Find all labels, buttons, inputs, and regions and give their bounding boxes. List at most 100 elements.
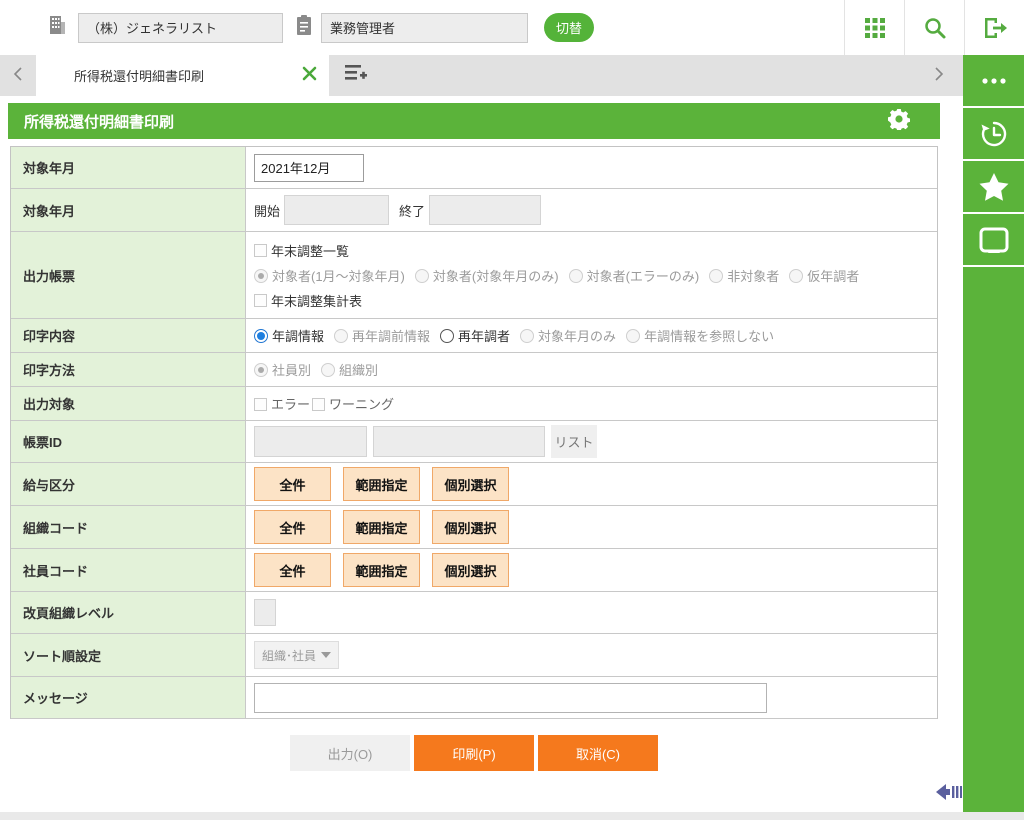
radio-icon — [626, 329, 641, 343]
print-content-radio-2[interactable]: 再年調者 — [440, 326, 510, 345]
radio-icon — [254, 363, 268, 377]
field-label: 印字内容 — [11, 319, 246, 352]
yearend-summary-checkbox[interactable]: 年末調整集計表 — [254, 291, 362, 310]
target-radio-4: 仮年調者 — [789, 266, 859, 285]
apps-grid-icon[interactable] — [844, 0, 904, 55]
right-sidebar — [963, 55, 1024, 812]
collapse-panel-arrow-icon[interactable] — [936, 782, 962, 807]
field-label: ソート順設定 — [11, 634, 246, 676]
print-content-radio-1: 再年調前情報 — [334, 326, 430, 345]
message-input[interactable] — [254, 682, 767, 713]
cancel-button[interactable]: 取消(C) — [538, 735, 658, 771]
tab-scroll-right-icon[interactable] — [921, 66, 957, 85]
tab-scroll-left-icon[interactable] — [0, 66, 36, 85]
target-radio-0: 対象者(1月～対象年月) — [254, 266, 405, 285]
company-input[interactable] — [78, 12, 283, 43]
switch-button[interactable]: 切替 — [544, 13, 594, 42]
row-org-code: 組織コード 全件 範囲指定 個別選択 — [11, 506, 937, 549]
row-message: メッセージ — [11, 677, 937, 719]
start-label: 開始 — [254, 203, 281, 219]
print-button[interactable]: 印刷(P) — [414, 735, 534, 771]
salary-range-button[interactable]: 範囲指定 — [343, 467, 420, 501]
search-icon[interactable] — [904, 0, 964, 55]
row-output-report: 出力帳票 年末調整一覧 対象者(1月～対象年月) 対象者(対象年月のみ) 対象者… — [11, 232, 937, 319]
field-label: 出力帳票 — [11, 232, 246, 318]
target-month-input[interactable] — [254, 153, 364, 182]
yearend-list-checkbox[interactable]: 年末調整一覧 — [254, 241, 349, 260]
salary-individual-button[interactable]: 個別選択 — [432, 467, 509, 501]
settings-gear-icon[interactable] — [888, 108, 910, 135]
target-radio-3: 非対象者 — [709, 266, 779, 285]
radio-icon — [334, 329, 349, 343]
org-all-button[interactable]: 全件 — [254, 510, 331, 544]
field-label: 社員コード — [11, 549, 246, 591]
action-buttons: 出力(O) 印刷(P) 取消(C) — [10, 735, 938, 771]
radio-icon — [440, 329, 455, 343]
favorite-star-icon[interactable] — [963, 161, 1024, 214]
add-tab-icon[interactable] — [343, 62, 369, 89]
print-content-radio-3: 対象年月のみ — [520, 326, 616, 345]
list-button[interactable]: リスト — [551, 425, 597, 458]
row-salary-class: 給与区分 全件 範囲指定 個別選択 — [11, 463, 937, 506]
field-label: 組織コード — [11, 506, 246, 548]
history-icon[interactable] — [963, 108, 1024, 161]
salary-all-button[interactable]: 全件 — [254, 467, 331, 501]
app-window: 切替 所得税還付明細書印刷 — [0, 0, 1024, 820]
sort-order-select: 組織･社員 — [254, 641, 339, 669]
role-input[interactable] — [321, 12, 528, 43]
output-button[interactable]: 出力(O) — [290, 735, 410, 771]
print-content-radio-0[interactable]: 年調情報 — [254, 326, 324, 345]
tab-active[interactable]: 所得税還付明細書印刷 — [36, 55, 329, 96]
radio-icon — [568, 268, 583, 283]
tab-close-icon[interactable] — [302, 66, 317, 86]
field-label: 印字方法 — [11, 353, 246, 386]
row-sort-order: ソート順設定 組織･社員 — [11, 634, 937, 677]
row-target-period: 対象年月 開始 終了 — [11, 189, 937, 232]
page-title: 所得税還付明細書印刷 — [24, 113, 175, 131]
row-print-content: 印字内容 年調情報 再年調前情報 再年調者 対象年月のみ 年調情報を参照しない — [11, 319, 937, 353]
radio-icon — [321, 363, 336, 377]
org-range-button[interactable]: 範囲指定 — [343, 510, 420, 544]
page-header: 所得税還付明細書印刷 — [8, 103, 940, 139]
feedback-tray-icon[interactable] — [963, 214, 1024, 267]
warning-checkbox: ワーニング — [312, 394, 394, 413]
field-label: 対象年月 — [11, 147, 246, 188]
radio-icon — [414, 268, 429, 283]
field-label: 給与区分 — [11, 463, 246, 505]
top-bar: 切替 — [0, 0, 1024, 55]
print-method-radio-0: 社員別 — [254, 360, 311, 379]
field-label: 帳票ID — [11, 421, 246, 462]
top-bar-icons — [844, 0, 1024, 55]
page-break-level-input — [254, 599, 276, 626]
checkbox-icon — [254, 398, 267, 411]
end-label: 終了 — [399, 203, 426, 219]
form-table: 対象年月 対象年月 開始 終了 出力帳票 年末調整一覧 対象者(1月～対象年月)… — [10, 146, 938, 719]
row-output-target: 出力対象 エラー ワーニング — [11, 387, 937, 421]
row-report-id: 帳票ID リスト — [11, 421, 937, 463]
target-radio-2: 対象者(エラーのみ) — [568, 266, 699, 285]
logout-icon[interactable] — [964, 0, 1024, 55]
tab-title: 所得税還付明細書印刷 — [74, 69, 205, 84]
field-label: 出力対象 — [11, 387, 246, 420]
field-label: 改頁組織レベル — [11, 592, 246, 633]
row-target-month: 対象年月 — [11, 147, 937, 189]
row-page-break-level: 改頁組織レベル — [11, 592, 937, 634]
checkbox-icon — [254, 243, 267, 257]
sort-order-value: 組織･社員 — [262, 648, 317, 663]
radio-selected-icon — [254, 329, 268, 343]
bottom-strip — [0, 812, 1024, 820]
period-start-input — [284, 195, 390, 225]
employee-range-button[interactable]: 範囲指定 — [343, 553, 420, 587]
more-menu-icon[interactable] — [963, 55, 1024, 108]
tab-bar: 所得税還付明細書印刷 — [0, 55, 963, 96]
org-individual-button[interactable]: 個別選択 — [432, 510, 509, 544]
radio-icon — [709, 268, 724, 283]
employee-individual-button[interactable]: 個別選択 — [432, 553, 509, 587]
radio-icon — [254, 268, 268, 283]
employee-all-button[interactable]: 全件 — [254, 553, 331, 587]
company-building-icon — [46, 14, 68, 41]
row-employee-code: 社員コード 全件 範囲指定 個別選択 — [11, 549, 937, 592]
checkbox-icon — [254, 293, 267, 307]
row-print-method: 印字方法 社員別 組織別 — [11, 353, 937, 387]
